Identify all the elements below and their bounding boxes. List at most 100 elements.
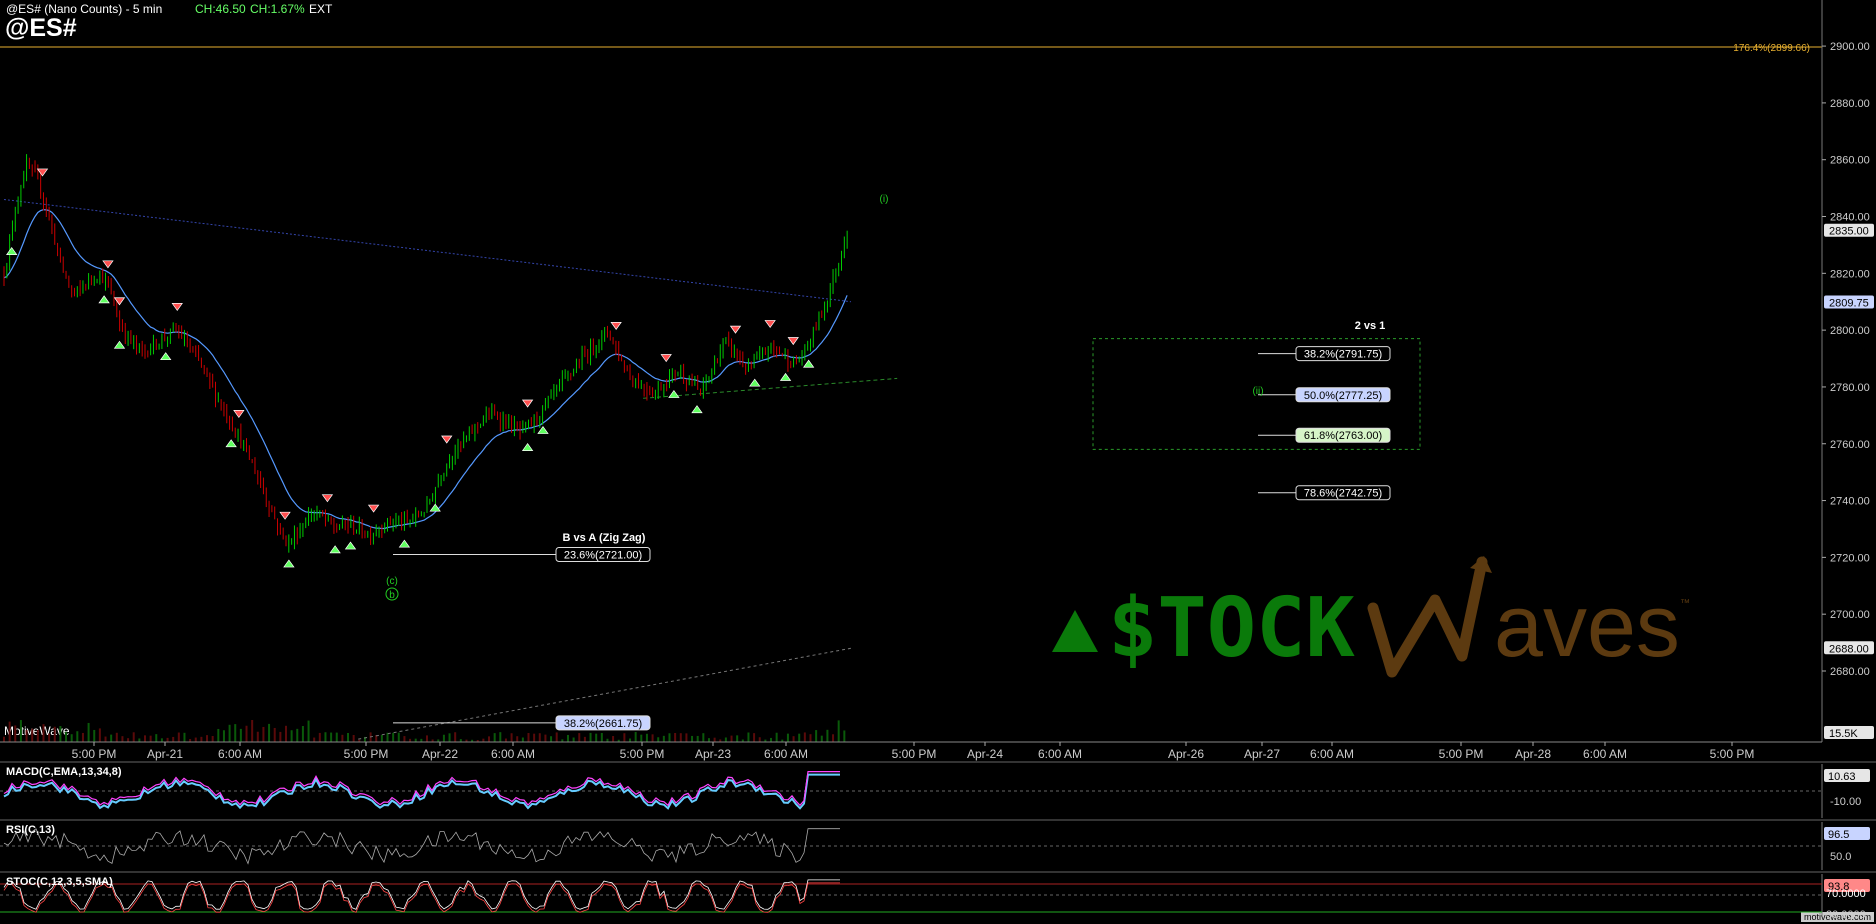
fib-extension-label: 176.4%(2899.66) (1733, 43, 1810, 54)
volume-bar (307, 720, 310, 742)
volume-bar (572, 737, 575, 742)
volume-bar (770, 737, 773, 742)
buy-signal-marker (6, 246, 18, 255)
volume-bar (397, 732, 400, 742)
volume-bar (93, 729, 96, 742)
volume-bar (583, 736, 586, 742)
volume-bar (651, 734, 654, 742)
volume-bar (566, 734, 569, 742)
logo-stock-text: $TOCK (1108, 581, 1355, 676)
volume-bar (595, 733, 598, 742)
wave-annotation: B vs A (Zig Zag) (563, 532, 646, 544)
volume-bar (262, 726, 265, 742)
wave-annotation: 2 vs 1 (1355, 320, 1386, 332)
volume-bar (747, 732, 750, 742)
time-tick-label: 5:00 PM (72, 747, 117, 761)
time-tick-label: 5:00 PM (1439, 747, 1484, 761)
volume-bar (516, 736, 519, 742)
volume-bar (550, 736, 553, 742)
volume-bar (499, 732, 502, 742)
volume-bar (380, 734, 383, 742)
volume-bar (239, 728, 242, 742)
volume-bar (843, 730, 846, 742)
volume-bar (589, 732, 592, 742)
volume-bar (177, 732, 180, 742)
volume-bar (809, 734, 812, 742)
time-tick-label: Apr-22 (422, 747, 458, 761)
volume-bar (76, 731, 79, 742)
buy-signal-marker (668, 389, 680, 398)
volume-bar (70, 734, 73, 742)
time-tick-label: 6:00 AM (491, 747, 535, 761)
time-tick-label: 6:00 AM (1583, 747, 1627, 761)
volume-bar (183, 732, 186, 742)
volume-bar (268, 723, 271, 742)
sell-signal-marker (279, 511, 291, 520)
trendline-upper (3, 198, 852, 303)
volume-bar (736, 735, 739, 742)
volume-bar (612, 736, 615, 742)
price-tick-label: 2860.00 (1830, 155, 1870, 167)
volume-bar (538, 733, 541, 742)
volume-bar (758, 737, 761, 742)
price-tag-label: 2835.00 (1829, 226, 1869, 238)
fib-618-label: 61.8%(2763.00) (1304, 430, 1382, 442)
volume-bar (482, 738, 485, 742)
volume-bar (48, 733, 51, 742)
wave-annotation: b (389, 590, 395, 601)
buy-signal-marker (98, 295, 110, 304)
volume-bar (702, 733, 705, 742)
volume-bar (403, 736, 406, 742)
volume-bar (707, 738, 710, 742)
volume-bar (132, 732, 135, 742)
volume-bar (668, 733, 671, 742)
price-tick-label: 2880.00 (1830, 98, 1870, 110)
buy-signal-marker (329, 545, 341, 554)
volume-bar (578, 733, 581, 742)
volume-bar (324, 732, 327, 742)
price-tick-label: 2700.00 (1830, 609, 1870, 621)
buy-signal-marker (749, 378, 761, 387)
volume-bar (65, 731, 68, 742)
volume-bar (245, 725, 248, 742)
volume-bar (59, 726, 62, 742)
volume-bar (149, 735, 152, 742)
volume-bar (679, 733, 682, 742)
wave-annotation: (i) (880, 194, 889, 205)
price-tick-label: 2820.00 (1830, 268, 1870, 280)
volume-bar (296, 728, 299, 742)
buy-signal-marker (521, 442, 534, 451)
volume-bar (724, 737, 727, 742)
time-tick-label: 5:00 PM (1710, 747, 1755, 761)
sell-signal-marker (441, 435, 453, 444)
volume-bar (629, 738, 632, 742)
volume-bar (640, 734, 643, 742)
indicator-level-high: 70.0000 (1826, 888, 1866, 900)
time-tick-label: Apr-27 (1244, 747, 1280, 761)
volume-bar (53, 726, 56, 742)
volume-bar (662, 735, 665, 742)
volume-bar (674, 732, 677, 742)
price-tag-label: 15.5K (1829, 728, 1858, 740)
logo-waves-w-icon (1367, 556, 1488, 678)
volume-bar (493, 733, 496, 742)
fib-786-label: 78.6%(2742.75) (1304, 488, 1382, 500)
volume-bar (155, 734, 158, 742)
volume-bar (645, 733, 648, 742)
sell-signal-marker (660, 354, 672, 363)
buy-signal-marker (691, 405, 703, 414)
time-tick-label: 6:00 AM (218, 747, 262, 761)
sell-signal-marker (113, 297, 126, 306)
logo-triangle-icon (1052, 610, 1098, 652)
volume-bar (386, 732, 389, 742)
volume-bar (488, 736, 491, 742)
price-tag-label: 2688.00 (1829, 643, 1869, 655)
time-tick-label: Apr-23 (695, 747, 731, 761)
price-tick-label: 2740.00 (1830, 496, 1870, 508)
price-chart[interactable]: $TOCK aves ™ 176.4%(2899.66) 38.2%(2791.75)… (0, 0, 1876, 924)
price-tag-label: 2809.75 (1829, 297, 1869, 309)
volume-bar (138, 738, 141, 742)
volume-bar (753, 733, 756, 742)
sell-signal-marker (36, 168, 49, 177)
volume-bar (803, 732, 806, 742)
